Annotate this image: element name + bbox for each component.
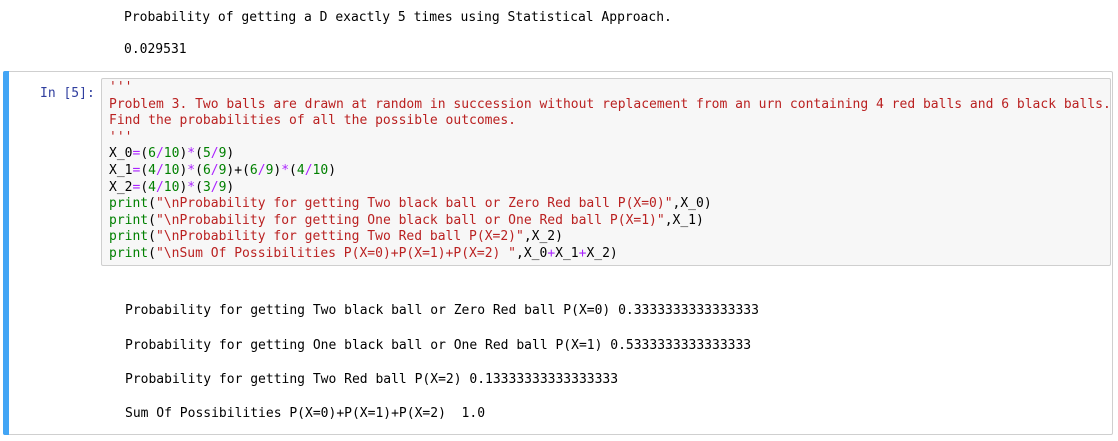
code-line-print-1: print("\nProbability for getting Two bla… <box>109 196 712 212</box>
code-line-print-2: print("\nProbability for getting One bla… <box>109 212 704 228</box>
previous-output-text: Probability of getting a D exactly 5 tim… <box>124 10 672 25</box>
code-line-print-3: print("\nProbability for getting Two Red… <box>109 229 563 245</box>
previous-output-value: 0.029531 <box>124 42 187 57</box>
output-line: Probability for getting Two black ball o… <box>125 303 759 318</box>
code-line-x2: X_2=(4/10)*(3/9) <box>109 179 235 195</box>
docstring-line-1: Problem 3. Two balls are drawn at random… <box>109 96 1111 112</box>
code-editor[interactable]: ''' Problem 3. Two balls are drawn at ra… <box>101 78 1111 266</box>
code-text: ''' Problem 3. Two balls are drawn at ra… <box>109 80 1111 263</box>
docstring-line-2: Find the probabilities of all the possib… <box>109 113 516 129</box>
docstring-open: ''' <box>109 80 133 95</box>
output-line: Probability for getting Two Red ball P(X… <box>125 372 619 387</box>
output-line: Sum Of Possibilities P(X=0)+P(X=1)+P(X=2… <box>125 406 486 421</box>
cell-selection-bar <box>3 71 9 435</box>
code-line-print-4: print("\nSum Of Possibilities P(X=0)+P(X… <box>109 245 618 261</box>
output-line: Probability for getting One black ball o… <box>125 338 752 353</box>
code-line-x1: X_1=(4/10)*(6/9)+(6/9)*(4/10) <box>109 162 337 178</box>
code-cell-selected[interactable]: In [5]: ''' Problem 3. Two balls are dra… <box>3 71 1113 435</box>
code-line-x0: X_0=(6/10)*(5/9) <box>109 146 235 162</box>
docstring-close: ''' <box>109 129 133 145</box>
input-prompt: In [5]: <box>40 86 95 101</box>
